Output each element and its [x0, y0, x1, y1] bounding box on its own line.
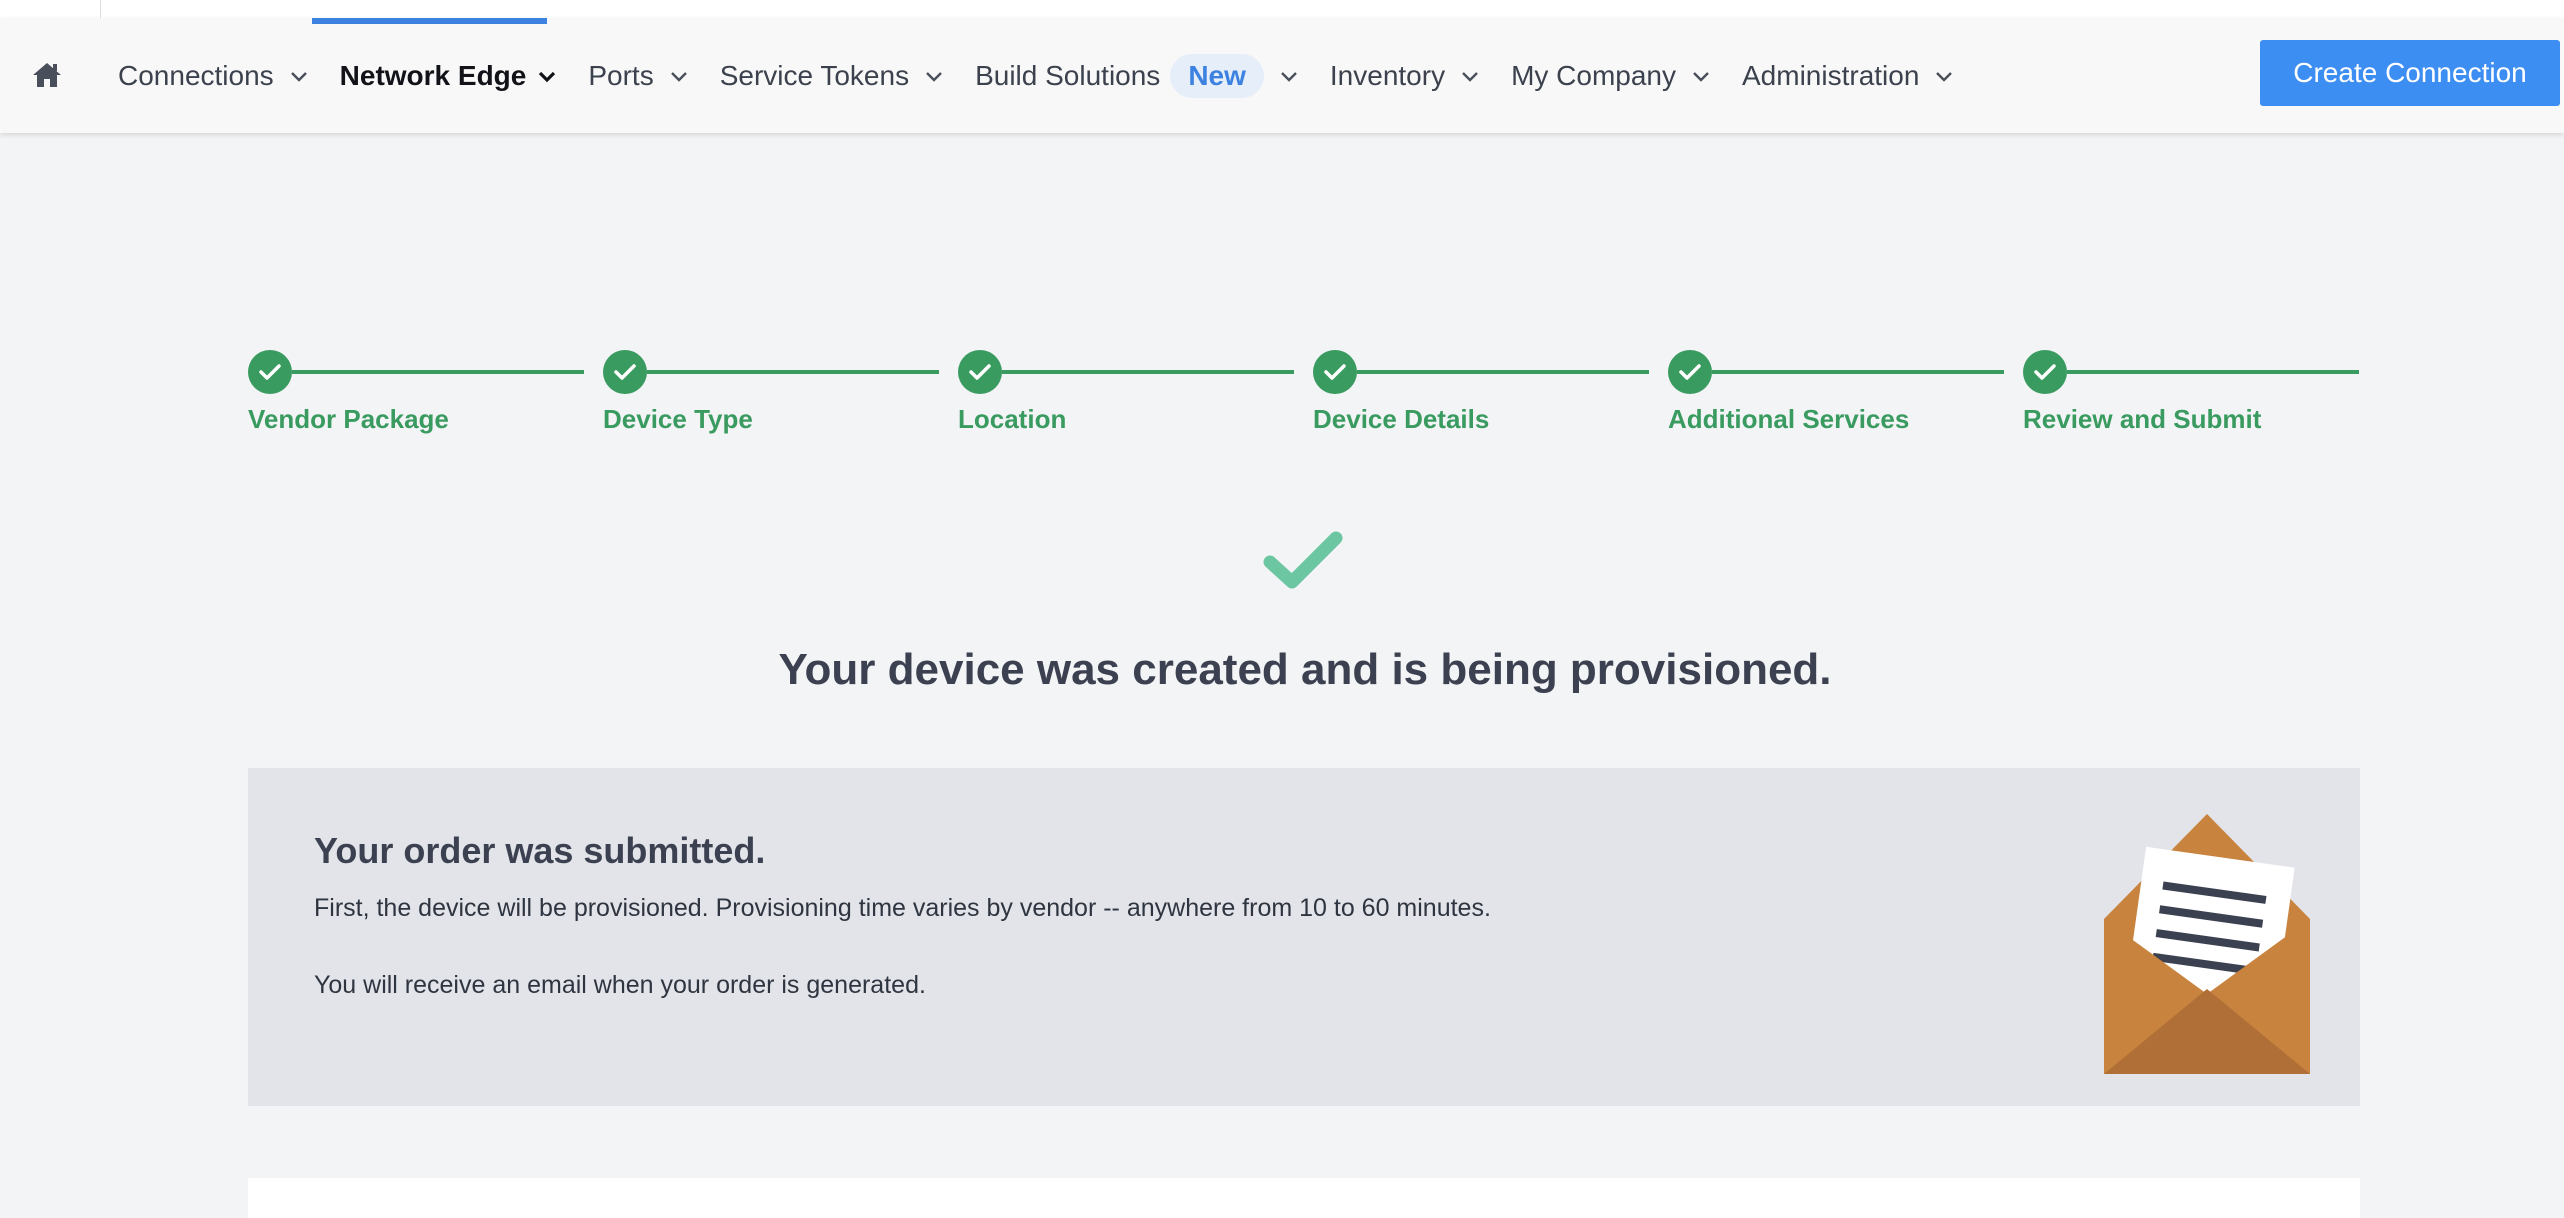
step-label: Device Details	[1313, 404, 1490, 434]
nav-item-my-company[interactable]: My Company	[1511, 60, 1712, 92]
nav-item-build-solutions[interactable]: Build Solutions New	[975, 53, 1300, 98]
order-email-text: You will receive an email when your orde…	[314, 971, 926, 999]
step-complete-check-icon	[958, 350, 1002, 394]
step-label: Review and Submit	[2023, 404, 2262, 434]
step-connector	[1002, 370, 1294, 374]
step-complete-check-icon	[1668, 350, 1712, 394]
nav-item-label: Administration	[1742, 59, 1920, 91]
step-review-and-submit[interactable]: Review and Submit	[2023, 350, 2377, 450]
chevron-down-icon	[290, 71, 307, 82]
nav-item-ports[interactable]: Ports	[588, 60, 689, 92]
chevron-down-icon	[926, 71, 942, 82]
wizard-stepper: Vendor Package Device Type Location Devi…	[248, 350, 2360, 450]
step-additional-services[interactable]: Additional Services	[1668, 350, 2022, 450]
top-strip	[0, 0, 2564, 19]
top-strip-divider	[100, 0, 101, 18]
nav-item-connections[interactable]: Connections	[118, 60, 310, 92]
order-submitted-card: Your order was submitted. First, the dev…	[248, 768, 2360, 1106]
order-provisioning-text: First, the device will be provisioned. P…	[314, 894, 1491, 922]
nav-item-label: Ports	[588, 59, 654, 91]
chevron-down-icon	[1281, 71, 1297, 82]
step-label: Additional Services	[1668, 404, 1910, 434]
home-icon[interactable]	[28, 58, 66, 92]
nav-menu: Connections Network Edge Ports Service T…	[118, 18, 1985, 133]
order-title: Your order was submitted.	[314, 830, 766, 871]
step-vendor-package[interactable]: Vendor Package	[248, 350, 602, 450]
chevron-down-icon	[1693, 71, 1709, 82]
nav-item-label: Network Edge	[339, 59, 527, 91]
step-complete-check-icon	[248, 350, 292, 394]
nav-item-administration[interactable]: Administration	[1742, 60, 1955, 92]
nav-item-network-edge[interactable]: Network Edge	[340, 60, 559, 92]
envelope-letter-icon	[2104, 814, 2310, 1074]
next-card	[248, 1178, 2360, 1218]
step-connector	[647, 370, 939, 374]
success-title: Your device was created and is being pro…	[778, 645, 1832, 694]
step-location[interactable]: Location	[958, 350, 1312, 450]
step-complete-check-icon	[1313, 350, 1357, 394]
step-connector	[1712, 370, 2004, 374]
nav-item-label: Connections	[118, 59, 274, 91]
step-label: Vendor Package	[248, 404, 449, 434]
step-label: Location	[958, 404, 1067, 434]
chevron-down-icon	[539, 71, 556, 82]
step-label: Device Type	[603, 404, 753, 434]
step-connector	[292, 370, 584, 374]
step-complete-check-icon	[603, 350, 647, 394]
success-check-icon	[1263, 531, 1343, 589]
chevron-down-icon	[1936, 71, 1953, 82]
nav-item-label: My Company	[1511, 59, 1676, 91]
step-connector	[1357, 370, 1649, 374]
chevron-down-icon	[1462, 71, 1478, 82]
nav-item-label: Service Tokens	[719, 59, 910, 91]
step-device-details[interactable]: Device Details	[1313, 350, 1667, 450]
nav-item-service-tokens[interactable]: Service Tokens	[720, 60, 945, 92]
nav-item-inventory[interactable]: Inventory	[1330, 60, 1481, 92]
step-complete-check-icon	[2023, 350, 2067, 394]
new-badge: New	[1170, 53, 1264, 98]
chevron-down-icon	[670, 71, 687, 82]
step-connector	[2067, 370, 2359, 374]
nav-item-label: Build Solutions	[975, 59, 1161, 91]
nav-item-label: Inventory	[1329, 59, 1446, 91]
create-connection-button[interactable]: Create Connection	[2260, 40, 2560, 106]
step-device-type[interactable]: Device Type	[603, 350, 957, 450]
main-navbar: Connections Network Edge Ports Service T…	[0, 18, 2564, 133]
